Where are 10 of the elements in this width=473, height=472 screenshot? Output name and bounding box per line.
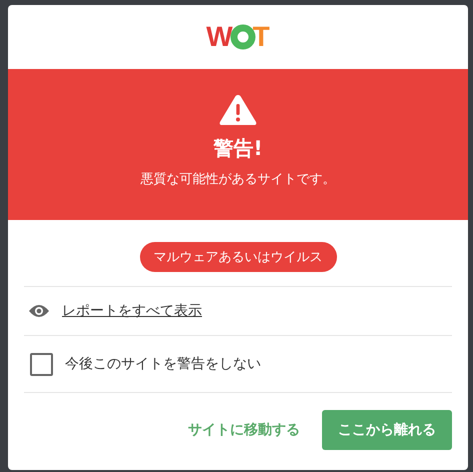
warning-message: 悪質な可能性があるサイトです。	[140, 171, 336, 188]
proceed-button[interactable]: サイトに移動する	[188, 421, 300, 439]
warning-icon	[218, 93, 258, 127]
category-badge: マルウェアあるいはウイルス	[140, 242, 336, 272]
eye-icon	[28, 304, 50, 318]
checkbox-label: 今後このサイトを警告をしない	[65, 355, 261, 373]
view-report-link[interactable]: レポートをすべて表示	[62, 302, 202, 320]
checkbox[interactable]	[30, 352, 53, 376]
leave-button[interactable]: ここから離れる	[322, 410, 452, 450]
warning-title: 警告!	[213, 135, 263, 162]
